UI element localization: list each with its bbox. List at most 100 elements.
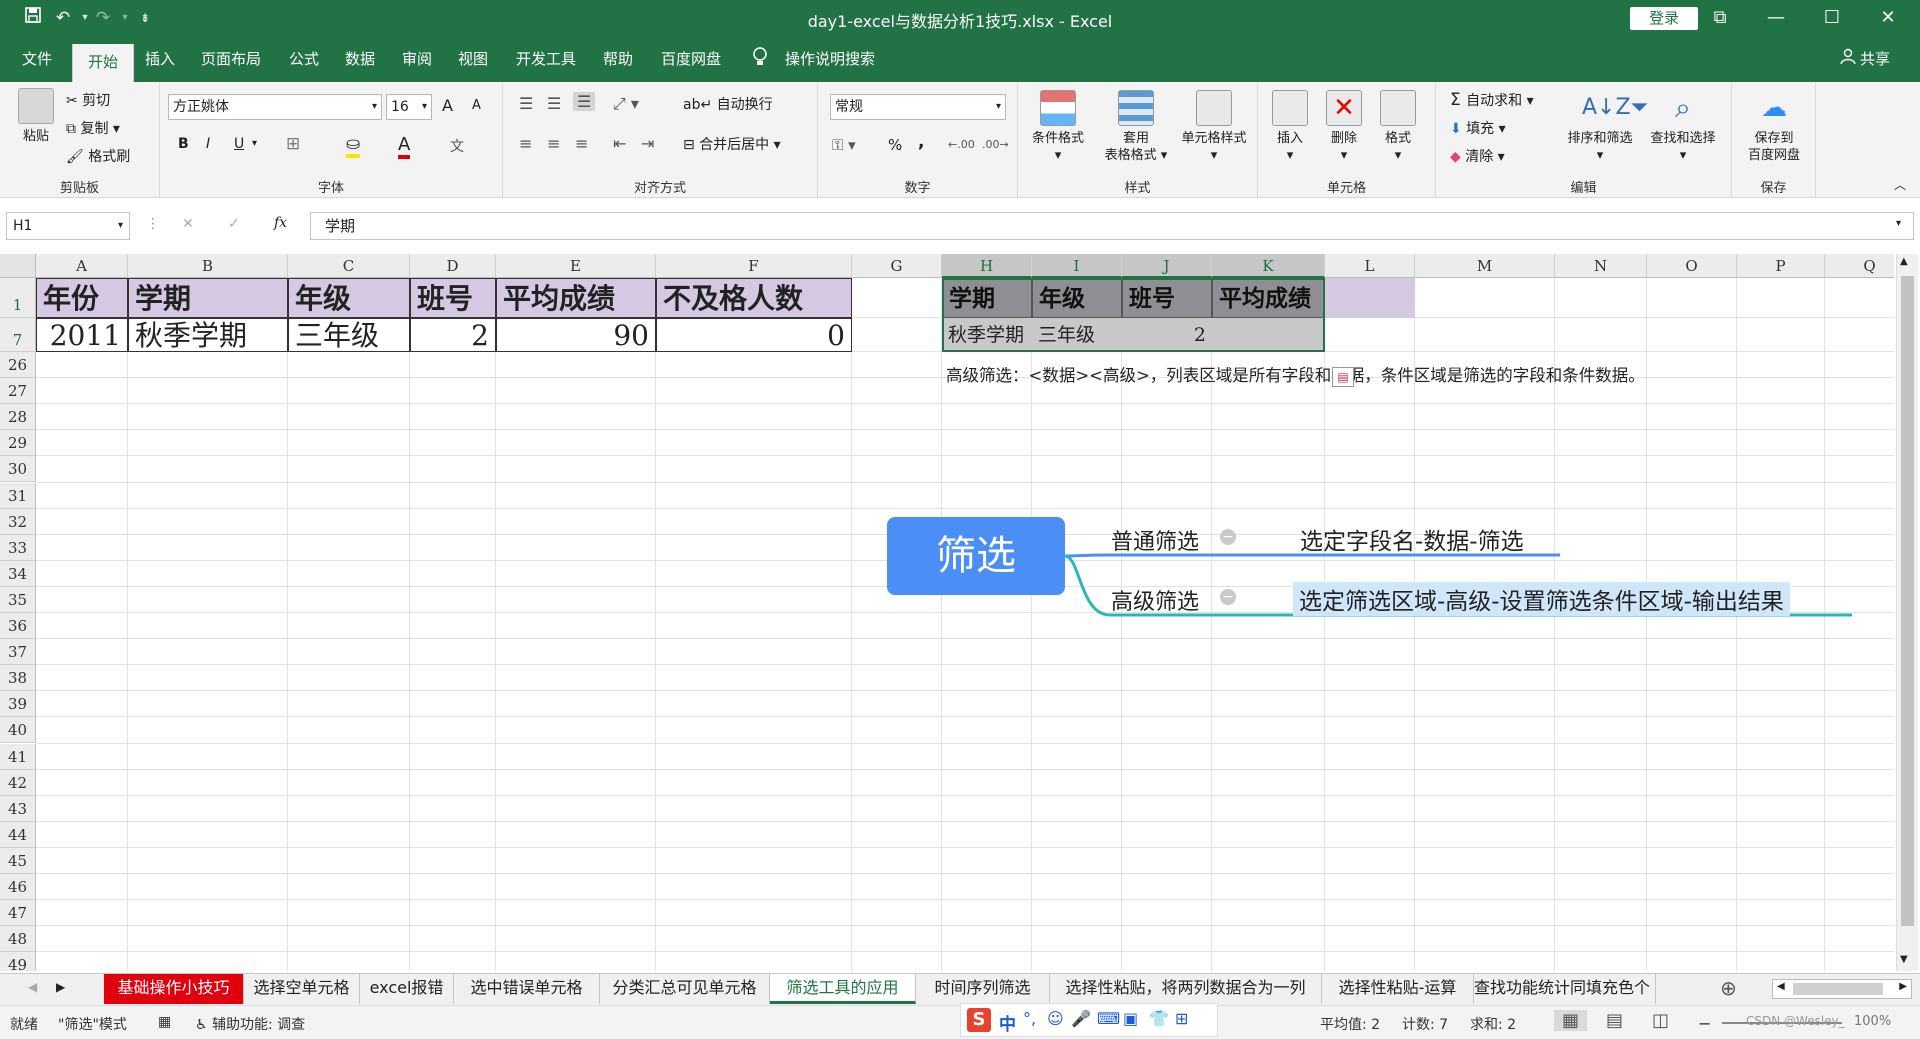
sheet-tab[interactable]: 选择空单元格 [244, 974, 360, 1004]
page-layout-view-icon[interactable]: ▤ [1606, 1010, 1623, 1031]
microphone-icon[interactable]: 🎤 [1071, 1009, 1091, 1028]
add-sheet-icon[interactable]: ⊕ [1720, 976, 1737, 1000]
tab-help[interactable]: 帮助 [603, 46, 633, 72]
scroll-down-icon[interactable]: ▼ [1900, 954, 1908, 965]
tell-me-search[interactable]: 操作说明搜索 [785, 46, 875, 72]
accounting-format-icon[interactable]: ⚿ ▾ [832, 136, 856, 154]
align-bottom-icon[interactable]: ☰ [573, 92, 596, 111]
expand-formula-icon[interactable]: ▾ [1896, 218, 1901, 229]
tab-insert[interactable]: 插入 [145, 46, 175, 72]
bold-button[interactable]: B [178, 136, 189, 152]
align-center-icon[interactable]: ≡ [547, 134, 560, 153]
tab-page-layout[interactable]: 页面布局 [201, 46, 261, 72]
underline-button[interactable]: U [234, 136, 244, 152]
close-button[interactable]: ✕ [1868, 4, 1908, 32]
find-select-button[interactable]: ⌕ 查找和选择 ▾ [1642, 90, 1724, 164]
zoom-level[interactable]: 100% [1854, 1014, 1891, 1029]
increase-indent-icon[interactable]: ⇥ [641, 134, 654, 153]
tab-file[interactable]: 文件 [22, 46, 52, 72]
sheet-tab[interactable]: 筛选工具的应用 [770, 974, 916, 1004]
name-box[interactable]: H1 ▾ [6, 212, 130, 240]
maximize-button[interactable]: ☐ [1812, 4, 1852, 32]
clear-button[interactable]: ◆ 清除 ▾ [1450, 146, 1505, 166]
tab-data[interactable]: 数据 [345, 46, 375, 72]
cell-styles-button[interactable]: 单元格样式 ▾ [1172, 90, 1256, 164]
insert-cells-button[interactable]: 插入 ▾ [1264, 90, 1316, 164]
decrease-indent-icon[interactable]: ⇤ [613, 134, 626, 153]
next-sheet-icon[interactable]: ▶ [56, 980, 65, 994]
align-left-icon[interactable]: ≡ [519, 134, 532, 153]
collapse-icon[interactable]: − [1220, 529, 1236, 545]
prev-sheet-icon[interactable]: ◀ [28, 980, 37, 994]
tab-home[interactable]: 开始 [72, 44, 134, 82]
keyboard-icon[interactable]: ⌨ [1097, 1009, 1120, 1028]
align-middle-icon[interactable]: ☰ [547, 94, 561, 113]
mindmap-branch-normal[interactable]: 普通筛选 [1111, 524, 1199, 556]
align-top-icon[interactable]: ☰ [519, 94, 533, 113]
percent-button[interactable]: % [888, 136, 902, 154]
ribbon-display-options-icon[interactable]: ⧉ [1700, 4, 1740, 32]
minimize-button[interactable]: — [1756, 4, 1796, 32]
shrink-font-button[interactable]: A [472, 98, 481, 113]
cancel-icon[interactable]: ✕ [182, 216, 194, 232]
mindmap-root[interactable]: 筛选 [887, 517, 1065, 595]
enter-icon[interactable]: ✓ [228, 216, 240, 232]
phonetic-icon[interactable]: 文 [450, 136, 464, 156]
tab-developer[interactable]: 开发工具 [516, 46, 576, 72]
worksheet-grid[interactable]: ABCDEFGHIJKLMNOPQ 1 7 26 27 28 29 30 31 32 33 34 35… [0, 254, 1894, 971]
collapse-icon[interactable]: − [1220, 589, 1236, 605]
login-button[interactable]: 登录 [1630, 7, 1698, 30]
sheet-tab[interactable]: 选择性粘贴，将两列数据合为一列 [1050, 974, 1322, 1004]
toolbox-icon[interactable]: ▣ [1123, 1009, 1138, 1028]
tab-review[interactable]: 审阅 [402, 46, 432, 72]
increase-decimal-icon[interactable]: ←.00 [948, 138, 975, 151]
number-format-select[interactable]: 常规 ▾ [830, 94, 1006, 120]
copy-button[interactable]: ⧉ 复制 ▾ [66, 118, 120, 138]
conditional-format-button[interactable]: 条件格式 ▾ [1022, 90, 1094, 164]
sogou-icon[interactable]: S [967, 1008, 991, 1032]
font-color-button[interactable]: A [398, 134, 411, 159]
scroll-thumb[interactable] [1901, 276, 1914, 926]
decrease-decimal-icon[interactable]: .00→ [982, 138, 1009, 151]
sheet-tab[interactable]: 基础操作小技巧 [104, 974, 244, 1004]
horizontal-scrollbar[interactable]: ◀ ▶ [1772, 979, 1912, 999]
align-right-icon[interactable]: ≡ [575, 134, 588, 153]
font-name-select[interactable]: 方正姚体 ▾ [168, 94, 382, 120]
orientation-icon[interactable]: ⤢ ▾ [613, 94, 639, 114]
mindmap-leaf-normal[interactable]: 选定字段名-数据-筛选 [1300, 522, 1524, 556]
save-icon[interactable] [20, 6, 46, 30]
autosum-button[interactable]: Σ 自动求和 ▾ [1450, 90, 1534, 110]
format-painter-button[interactable]: 🖌 格式刷 [66, 146, 130, 166]
skin-icon[interactable]: 👕 [1149, 1009, 1169, 1028]
emoji-icon[interactable]: ☺ [1047, 1009, 1064, 1028]
macro-record-icon[interactable]: ▦ [158, 1014, 171, 1030]
wrap-text-button[interactable]: ab↵ 自动换行 [683, 94, 773, 114]
collapse-ribbon-icon[interactable]: ︿ [1894, 176, 1906, 193]
mindmap-leaf-advanced[interactable]: 选定筛选区域-高级-设置筛选条件区域-输出结果 [1293, 582, 1790, 616]
mindmap-branch-advanced[interactable]: 高级筛选 [1111, 584, 1199, 616]
tab-view[interactable]: 视图 [458, 46, 488, 72]
border-icon[interactable]: ⊞ [286, 134, 300, 154]
scroll-right-icon[interactable]: ▶ [1899, 981, 1907, 992]
hscroll-thumb[interactable] [1793, 983, 1883, 995]
ime-toolbar[interactable]: S 中 °, ☺ 🎤 ⌨ ▣ 👕 ⊞ [960, 1003, 1218, 1037]
punctuation-icon[interactable]: °, [1023, 1009, 1036, 1028]
share-button[interactable]: 共享 [1860, 46, 1890, 72]
ime-lang-toggle[interactable]: 中 [999, 1010, 1016, 1035]
sheet-tab[interactable]: 分类汇总可见单元格 [600, 974, 770, 1004]
grid-menu-icon[interactable]: ⊞ [1175, 1009, 1188, 1028]
format-as-table-button[interactable]: 套用 表格格式 ▾ [1098, 90, 1174, 164]
sheet-tab[interactable]: 时间序列筛选 [916, 974, 1050, 1004]
vertical-scrollbar[interactable]: ▲ ▼ [1896, 254, 1918, 971]
user-icon[interactable] [1840, 46, 1856, 72]
italic-button[interactable]: I [206, 136, 210, 152]
comma-button[interactable]: , [918, 132, 924, 152]
tab-formulas[interactable]: 公式 [289, 46, 319, 72]
sort-filter-button[interactable]: A↓Z⏷ 排序和筛选 ▾ [1560, 90, 1648, 164]
scroll-up-icon[interactable]: ▲ [1900, 256, 1908, 267]
insert-function-icon[interactable]: fx [274, 215, 287, 231]
delete-cells-button[interactable]: ✕ 删除 ▾ [1318, 90, 1370, 164]
font-size-select[interactable]: 16 ▾ [386, 94, 432, 120]
accessibility-status[interactable]: ♿ 辅助功能: 调查 [195, 1014, 305, 1034]
tab-baidu-netdisk[interactable]: 百度网盘 [661, 46, 721, 72]
